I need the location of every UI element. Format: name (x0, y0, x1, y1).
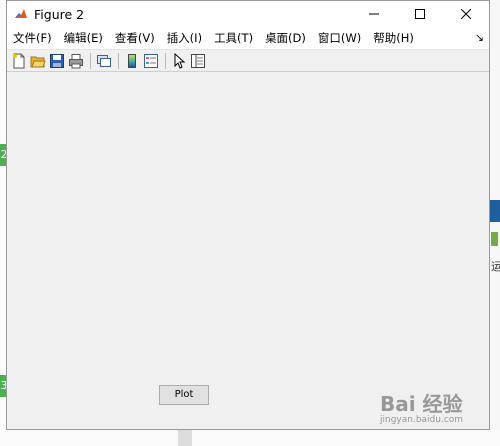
colorbar-icon (128, 53, 136, 68)
link-plot-button[interactable] (95, 52, 113, 70)
background-green-block (491, 232, 498, 246)
link-plot-icon (97, 54, 111, 67)
watermark-subtext: jingyan.baidu.com (380, 415, 464, 425)
property-inspector-icon (191, 53, 205, 68)
edit-plot-arrow-icon (174, 52, 186, 69)
edit-plot-button[interactable] (170, 52, 188, 70)
save-button[interactable] (48, 52, 66, 70)
background-blue-block (489, 200, 500, 222)
title-bar[interactable]: Figure 2 (7, 1, 489, 27)
watermark-text: Bai 经验 (380, 392, 463, 416)
toolbar-separator (118, 52, 119, 69)
menu-help[interactable]: 帮助(H) (367, 27, 420, 49)
window-title: Figure 2 (34, 6, 85, 22)
menu-edit[interactable]: 编辑(E) (58, 27, 109, 49)
minimize-icon (369, 13, 379, 15)
new-figure-button[interactable] (10, 52, 28, 70)
window-controls (351, 1, 489, 27)
print-icon (69, 53, 83, 68)
maximize-button[interactable] (397, 1, 443, 27)
menu-view[interactable]: 查看(V) (109, 27, 161, 49)
figure-toolbar (7, 49, 489, 72)
minimize-button[interactable] (351, 1, 397, 27)
background-right-edge: 运 (489, 0, 500, 446)
menu-desktop[interactable]: 桌面(D) (259, 27, 312, 49)
maximize-icon (415, 9, 425, 19)
matlab-icon (14, 7, 28, 21)
menu-insert[interactable]: 插入(I) (161, 27, 208, 49)
menu-file[interactable]: 文件(F) (7, 27, 58, 49)
figure-window: Figure 2 文件(F) 编辑(E) 查看(V) 插入(I) 工具(T) 桌… (6, 0, 490, 430)
background-scroll-segment (178, 430, 192, 446)
print-button[interactable] (67, 52, 85, 70)
property-inspector-button[interactable] (189, 52, 207, 70)
background-bottom-edge (0, 430, 500, 446)
open-file-icon (30, 56, 46, 67)
plot-button[interactable]: Plot (159, 385, 209, 405)
menu-overflow-arrow-icon[interactable]: ↘ (475, 31, 484, 44)
menu-tools[interactable]: 工具(T) (208, 27, 259, 49)
menu-window[interactable]: 窗口(W) (312, 27, 367, 49)
toolbar-separator (90, 52, 91, 69)
figure-canvas: Plot (7, 73, 489, 429)
close-icon (461, 9, 471, 19)
new-figure-icon (13, 53, 25, 68)
insert-legend-button[interactable] (142, 52, 160, 70)
watermark: Bai 经验 jingyan.baidu.com (380, 388, 463, 425)
menu-bar: 文件(F) 编辑(E) 查看(V) 插入(I) 工具(T) 桌面(D) 窗口(W… (7, 27, 489, 49)
legend-icon (144, 53, 158, 68)
toolbar-separator (165, 52, 166, 69)
open-file-button[interactable] (29, 52, 47, 70)
save-icon (50, 53, 64, 68)
insert-colorbar-button[interactable] (123, 52, 141, 70)
background-right-text: 运 (491, 260, 500, 273)
close-button[interactable] (443, 1, 489, 27)
